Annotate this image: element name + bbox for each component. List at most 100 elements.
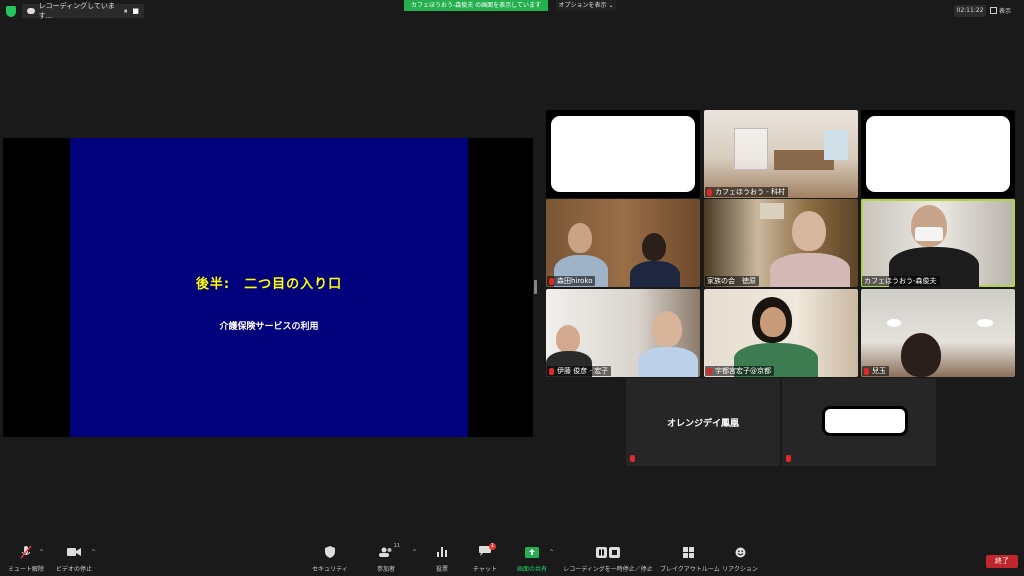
participants-label: 参加者: [376, 566, 395, 573]
mic-muted-icon: [549, 277, 554, 285]
mic-muted-icon: [707, 367, 712, 375]
redacted-area: [548, 113, 698, 195]
security-button[interactable]: セキュリティ: [310, 545, 350, 573]
participant-name: オレンジデイ鳳凰: [666, 419, 739, 429]
participants-count: 11: [393, 543, 400, 549]
pause-stop-recording-button[interactable]: レコーディングを一時停止／停止: [562, 545, 654, 573]
video-tile[interactable]: 兒玉: [861, 289, 1015, 377]
video-tile-active-speaker[interactable]: カフェほうおう-森俊夫: [861, 199, 1015, 287]
presentation-slide: 後半: 二つ目の入り口 介護保険サービスの利用: [70, 138, 468, 437]
participant-name-bar: 伊藤 俊彦 - 宏子: [547, 366, 612, 376]
participant-body: [630, 261, 680, 287]
video-tile[interactable]: カフェほうおう - 科村: [704, 110, 858, 198]
participant-name-bar: 宇都宮宏子@京都: [705, 366, 774, 376]
participant-head: [792, 211, 826, 251]
chat-label: チャット: [473, 566, 497, 573]
shield-icon: [325, 546, 335, 558]
picture-frame: [760, 203, 784, 219]
video-tile[interactable]: 伊藤 俊彦 - 宏子: [546, 289, 700, 377]
participant-name-bar: 森田hiroko: [547, 276, 596, 286]
end-meeting-button[interactable]: 終了: [986, 555, 1018, 568]
view-options-label: オプションを表示: [558, 2, 607, 9]
reactions-label: リアクション: [722, 566, 758, 573]
recording-indicator: レコーディングしています... ⏸ ■: [22, 2, 144, 20]
redacted-area: [822, 406, 908, 436]
participant-name-bar: 兒玉: [862, 366, 889, 376]
participant-name: 兒玉: [872, 367, 886, 375]
view-options-button[interactable]: オプションを表示 ⌄: [556, 0, 616, 11]
chat-unread-badge: 1: [489, 543, 496, 550]
video-tile[interactable]: 家族の会 徳原: [704, 199, 858, 287]
mic-muted-icon: [786, 455, 791, 462]
video-tile-camera-off[interactable]: [782, 378, 936, 466]
share-screen-button[interactable]: 画面の共有: [512, 545, 552, 573]
participant-body: [770, 253, 850, 287]
window: [824, 130, 848, 160]
participant-name: 伊藤 俊彦 - 宏子: [557, 367, 609, 375]
share-options-caret[interactable]: ^: [549, 549, 554, 556]
mic-muted-icon: [864, 367, 869, 375]
recording-label: レコーディングしています...: [38, 2, 115, 20]
video-options-caret[interactable]: ^: [91, 549, 96, 556]
meeting-toolbar: ミュート解除 ^ ビデオの停止 ^ セキュリティ 11 参加者 ^ 投票 1 チ…: [0, 543, 1024, 576]
video-tile[interactable]: [546, 110, 700, 198]
microphone-muted-icon: [20, 545, 32, 559]
video-camera-icon: [67, 548, 81, 556]
stop-video-button[interactable]: ビデオの停止: [54, 545, 94, 573]
meeting-timer: 02:11:22: [954, 5, 986, 17]
share-screen-icon: [525, 546, 539, 558]
participant-hair: [901, 333, 941, 377]
participant-name: カフェほうおう - 科村: [715, 188, 785, 196]
mic-muted-icon: [549, 367, 554, 375]
video-tile[interactable]: 森田hiroko: [546, 199, 700, 287]
participant-name-bar: カフェほうおう-森俊夫: [862, 276, 940, 286]
pause-recording-icon[interactable]: ⏸: [124, 7, 128, 16]
cloud-icon: [27, 8, 35, 14]
participant-head: [652, 311, 682, 347]
security-label: セキュリティ: [312, 566, 348, 573]
participant-head: [568, 223, 592, 253]
pause-stop-recording-label: レコーディングを一時停止／停止: [563, 566, 653, 573]
participant-name: 森田hiroko: [557, 277, 593, 285]
slide-subtitle: 介護保険サービスの利用: [219, 322, 319, 332]
participants-button[interactable]: 11 参加者: [366, 543, 406, 573]
chevron-down-icon: ⌄: [608, 2, 614, 9]
participant-name: 宇都宮宏子@京都: [715, 367, 771, 375]
reactions-button[interactable]: リアクション: [722, 545, 758, 573]
mic-muted-icon: [630, 455, 635, 462]
chat-button[interactable]: 1 チャット: [466, 543, 504, 573]
ceiling-light: [977, 319, 993, 327]
unmute-label: ミュート解除: [7, 566, 44, 573]
video-tile-camera-off[interactable]: オレンジデイ鳳凰: [626, 378, 780, 466]
breakout-rooms-icon: [682, 546, 694, 558]
participant-body: [638, 347, 698, 377]
participants-icon: [379, 547, 392, 557]
emoji-icon: [735, 547, 745, 557]
participant-name-bar: 家族の会 徳原: [705, 276, 759, 286]
participants-options-caret[interactable]: ^: [412, 549, 417, 556]
pause-stop-icon: [596, 546, 620, 558]
audio-options-caret[interactable]: ^: [39, 549, 44, 556]
stop-video-label: ビデオの停止: [55, 566, 92, 573]
video-tile[interactable]: 宇都宮宏子@京都: [704, 289, 858, 377]
face-mask: [915, 227, 943, 241]
participant-name: 家族の会 徳原: [707, 277, 756, 285]
breakout-rooms-button[interactable]: ブレイクアウトルーム: [660, 545, 720, 573]
participant-head: [642, 233, 666, 261]
bar-chart-icon: [437, 547, 447, 557]
view-label: 表示: [999, 8, 1012, 15]
share-banner: カフェほうおう-森俊夫 の画面を表示しています: [404, 0, 548, 11]
share-screen-label: 画面の共有: [516, 566, 547, 573]
participant-head: [760, 307, 786, 337]
view-button[interactable]: 表示: [990, 4, 1020, 17]
stop-recording-icon[interactable]: ■: [132, 7, 139, 16]
resize-handle[interactable]: [534, 280, 537, 294]
security-shield-icon[interactable]: [6, 6, 16, 17]
polls-button[interactable]: 投票: [424, 545, 460, 573]
video-tile[interactable]: [861, 110, 1015, 198]
polls-label: 投票: [435, 566, 448, 573]
mic-muted-icon: [707, 188, 712, 196]
slide-title: 後半: 二つ目の入り口: [195, 277, 343, 292]
breakout-rooms-label: ブレイクアウトルーム: [660, 566, 720, 573]
acrylic-partition: [734, 128, 768, 170]
